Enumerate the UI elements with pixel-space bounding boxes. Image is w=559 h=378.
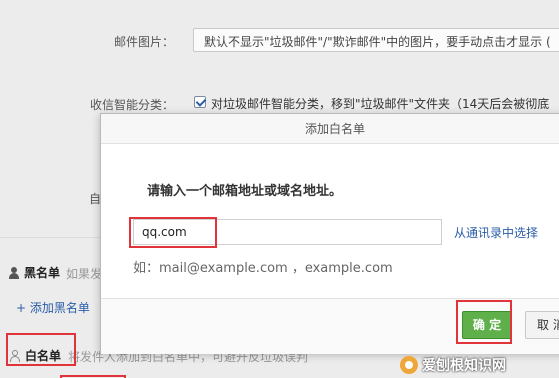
- whitelist-address-input[interactable]: [133, 219, 442, 245]
- whitelist-title-text: 白名单: [25, 349, 62, 363]
- user-outline-icon: [9, 349, 21, 362]
- watermark-text: 爱刨根知识网: [422, 358, 506, 374]
- user-icon: [8, 266, 20, 279]
- add-whitelist-dialog: 添加白名单 请输入一个邮箱地址或域名地址。 从通讯录中选择 如：mail@exa…: [100, 113, 559, 354]
- blacklist-title-text: 黑名单: [24, 266, 61, 280]
- smart-classify-text: 对垃圾邮件智能分类，移到"垃圾邮件"文件夹（14天后会被彻底: [211, 97, 550, 111]
- smart-classify-checkbox[interactable]: [194, 96, 206, 108]
- select-from-contacts-link[interactable]: 从通讯录中选择: [454, 224, 538, 241]
- smart-classify-label: 收信智能分类：: [89, 98, 174, 112]
- mail-images-select[interactable]: 默认不显示"垃圾邮件"/"欺诈邮件"中的图片，要手动点击才显示 (: [193, 28, 559, 52]
- confirm-button[interactable]: 确 定: [462, 311, 512, 339]
- blacklist-title: 黑名单: [8, 264, 60, 281]
- blacklist-desc: 如果发: [66, 267, 103, 281]
- whitelist-tab[interactable]: 白名单: [9, 347, 61, 364]
- cancel-button[interactable]: 取 消: [525, 311, 559, 339]
- mail-images-label: 邮件图片：: [113, 35, 174, 49]
- dialog-title: 添加白名单: [101, 114, 559, 144]
- site-watermark: 爱刨根知识网: [400, 352, 559, 378]
- dialog-example-hint: 如：mail@example.com ，example.com: [133, 261, 393, 276]
- dialog-prompt: 请输入一个邮箱地址或域名地址。: [147, 184, 343, 199]
- add-blacklist-link[interactable]: + 添加黑名单: [16, 299, 90, 316]
- dialog-footer: 确 定 取 消: [101, 298, 559, 354]
- watermark-logo-icon: [400, 356, 418, 374]
